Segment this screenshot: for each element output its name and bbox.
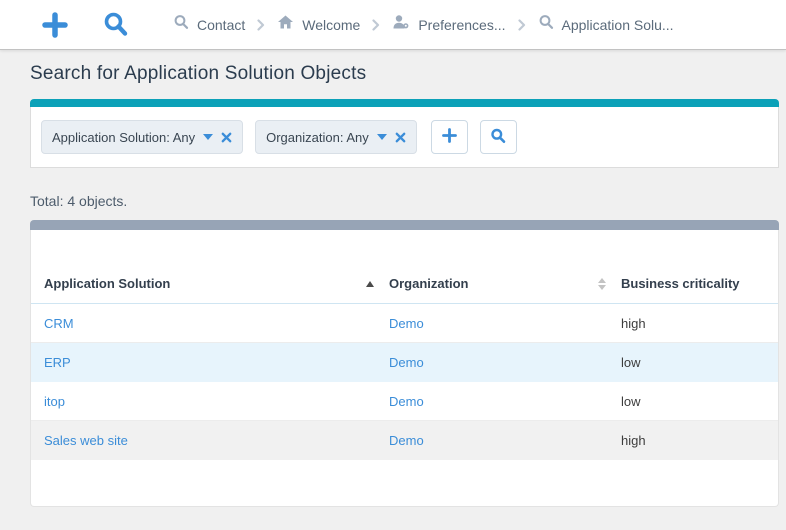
- sort-both-icon: [598, 278, 606, 290]
- chevron-down-icon[interactable]: [377, 134, 387, 140]
- chevron-right-icon: [372, 19, 380, 31]
- application-solution-link[interactable]: ERP: [44, 355, 71, 370]
- run-search-button[interactable]: [480, 120, 517, 154]
- breadcrumb-label: Application Solu...: [562, 17, 674, 33]
- organization-link[interactable]: Demo: [389, 394, 424, 409]
- search-filter-panel: Application Solution: Any Organization: …: [30, 99, 779, 168]
- organization-link[interactable]: Demo: [389, 316, 424, 331]
- results-total: Total: 4 objects.: [30, 193, 779, 209]
- column-header-label: Application Solution: [44, 276, 170, 291]
- main-content: Search for Application Solution Objects …: [0, 50, 786, 507]
- filter-chip-application-solution[interactable]: Application Solution: Any: [41, 120, 243, 154]
- table-row: Sales web site Demo high: [31, 421, 778, 460]
- plus-icon: [442, 128, 457, 146]
- table-row: CRM Demo high: [31, 304, 778, 343]
- application-solution-link[interactable]: Sales web site: [44, 433, 128, 448]
- user-preferences-icon: [392, 14, 410, 35]
- chevron-down-icon[interactable]: [203, 134, 213, 140]
- global-search-icon[interactable]: [102, 11, 129, 38]
- filter-criteria-row: Application Solution: Any Organization: …: [30, 107, 779, 168]
- column-header-business-criticality[interactable]: Business criticality: [621, 276, 778, 291]
- chevron-right-icon: [518, 19, 526, 31]
- search-icon: [490, 128, 506, 147]
- toolbar-actions: [42, 11, 129, 38]
- sort-ascending-icon: [366, 281, 374, 287]
- page-title: Search for Application Solution Objects: [30, 63, 779, 85]
- organization-link[interactable]: Demo: [389, 433, 424, 448]
- breadcrumb-label: Contact: [197, 17, 245, 33]
- search-icon: [173, 14, 189, 35]
- column-header-organization[interactable]: Organization: [389, 276, 621, 291]
- breadcrumb-item-preferences[interactable]: Preferences...: [392, 14, 505, 35]
- application-solution-link[interactable]: CRM: [44, 316, 74, 331]
- filter-chip-label: Organization: Any: [266, 130, 369, 145]
- table-header-row: Application Solution Organization Busine…: [31, 276, 778, 304]
- column-header-label: Organization: [389, 276, 468, 291]
- breadcrumb-item-contact[interactable]: Contact: [173, 14, 245, 35]
- breadcrumb-item-welcome[interactable]: Welcome: [277, 14, 360, 35]
- breadcrumb-label: Preferences...: [418, 17, 505, 33]
- breadcrumb-label: Welcome: [302, 17, 360, 33]
- results-panel: Application Solution Organization Busine…: [30, 220, 779, 507]
- business-criticality-value: low: [621, 355, 641, 370]
- search-icon: [538, 14, 554, 35]
- table-top-bar: [30, 220, 779, 230]
- remove-filter-icon[interactable]: [395, 132, 406, 143]
- new-object-icon[interactable]: [42, 12, 68, 38]
- panel-accent-bar: [30, 99, 779, 107]
- organization-link[interactable]: Demo: [389, 355, 424, 370]
- breadcrumb: Contact Welcome Preferences...: [173, 14, 674, 35]
- table-row: itop Demo low: [31, 382, 778, 421]
- business-criticality-value: low: [621, 394, 641, 409]
- chevron-right-icon: [257, 19, 265, 31]
- application-solution-link[interactable]: itop: [44, 394, 65, 409]
- column-header-application-solution[interactable]: Application Solution: [44, 276, 389, 291]
- app-window: Contact Welcome Preferences...: [0, 0, 786, 530]
- filter-chip-organization[interactable]: Organization: Any: [255, 120, 417, 154]
- remove-filter-icon[interactable]: [221, 132, 232, 143]
- filter-chip-label: Application Solution: Any: [52, 130, 195, 145]
- home-icon: [277, 14, 294, 35]
- table-row: ERP Demo low: [31, 343, 778, 382]
- add-criteria-button[interactable]: [431, 120, 468, 154]
- top-toolbar: Contact Welcome Preferences...: [0, 0, 786, 50]
- breadcrumb-item-application-solution[interactable]: Application Solu...: [538, 14, 674, 35]
- column-header-label: Business criticality: [621, 276, 740, 291]
- business-criticality-value: high: [621, 433, 646, 448]
- results-table: Application Solution Organization Busine…: [30, 230, 779, 507]
- business-criticality-value: high: [621, 316, 646, 331]
